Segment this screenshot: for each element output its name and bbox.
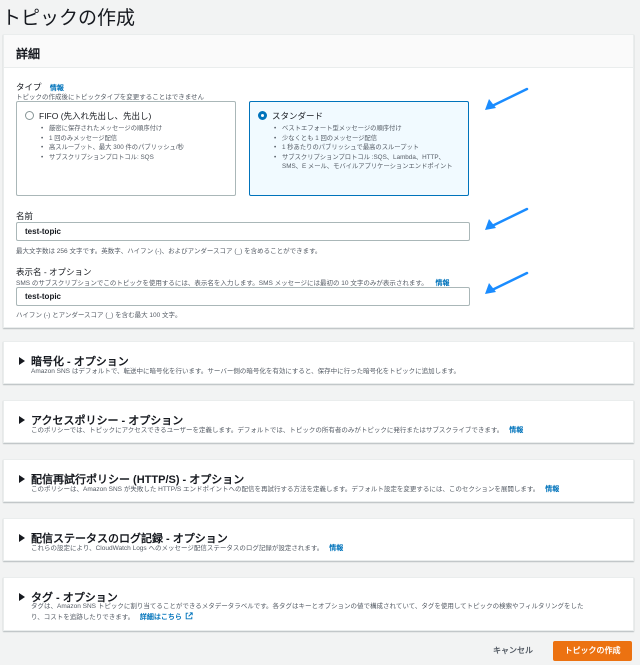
external-link-icon[interactable] [185, 612, 193, 620]
caret-right-icon[interactable] [19, 593, 25, 601]
tags-desc-line2-text: り、コストを追跡したりできます。 [31, 614, 135, 621]
list-item: 少なくとも 1 回のメッセージ配信 [272, 134, 464, 144]
cancel-button[interactable]: キャンセル [484, 641, 542, 661]
caret-right-icon[interactable] [19, 534, 25, 542]
access-policy-desc-text: このポリシーでは、トピックにアクセスできるユーザーを定義します。デフォルトでは、… [31, 427, 504, 434]
tags-desc-line2: り、コストを追跡したりできます。 詳細はこちら [31, 612, 631, 623]
annotation-arrow-icon [485, 87, 529, 110]
name-hint: 最大文字数は 256 文字です。英数字、ハイフン (-)、およびアンダースコア … [16, 248, 322, 255]
learn-more-link[interactable]: 詳細はこちら [140, 614, 182, 621]
page-title: トピックの作成 [2, 8, 136, 29]
list-item: サブスクリプションプロトコル: SQS [39, 153, 231, 163]
display-name-hint-text: SMS のサブスクリプションでこのトピックを使用するには、表示名を入力します。S… [16, 280, 428, 287]
caret-right-icon[interactable] [19, 475, 25, 483]
display-name-info-link[interactable]: 情報 [436, 280, 450, 287]
list-item: ベストエフォート型メッセージの順序付け [272, 124, 464, 134]
create-topic-button[interactable]: トピックの作成 [553, 641, 632, 661]
tags-desc-line1: タグは、Amazon SNS トピックに割り当てることができるメタデータラベルで… [31, 603, 584, 610]
display-name-hint-bottom: ハイフン (-) とアンダースコア (_) を含む最大 100 文字。 [16, 312, 182, 319]
fifo-title: FIFO (先入れ先出し、先出し) [39, 111, 152, 121]
encryption-section[interactable]: 暗号化 - オプション Amazon SNS はデフォルトで、転送中に暗号化を行… [3, 341, 634, 384]
annotation-arrow-icon [485, 271, 529, 294]
fifo-bullets: 厳密に保存されたメッセージの順序付け 1 回のみメッセージ配信 高スループット、… [39, 124, 231, 162]
standard-bullets: ベストエフォート型メッセージの順序付け 少なくとも 1 回のメッセージ配信 1 … [272, 124, 464, 172]
name-label: 名前 [16, 211, 34, 221]
delivery-logging-section[interactable]: 配信ステータスのログ記録 - オプション これらの設定により、CloudWatc… [3, 518, 634, 561]
delivery-logging-desc-text: これらの設定により、CloudWatch Logs へのメッセージ配信ステータス… [31, 545, 324, 552]
delivery-retry-desc-text: このポリシーは、Amazon SNS が失敗した HTTP/S エンドポイントへ… [31, 486, 540, 493]
standard-type-tile[interactable]: スタンダード ベストエフォート型メッセージの順序付け 少なくとも 1 回のメッセ… [249, 101, 469, 196]
caret-right-icon[interactable] [19, 357, 25, 365]
list-item: 1 回のみメッセージ配信 [39, 134, 231, 144]
name-input[interactable]: test-topic [16, 222, 470, 241]
list-item: 1 秒あたりのパブリッシュで最高のスループット [272, 143, 464, 153]
list-item: サブスクリプションプロトコル :SQS、Lambda、HTTP、SMS、E メー… [272, 153, 464, 172]
delivery-retry-info-link[interactable]: 情報 [545, 486, 559, 493]
list-item: 高スループット、最大 300 件のパブリッシュ/秒 [39, 143, 231, 153]
access-policy-info-link[interactable]: 情報 [509, 427, 523, 434]
tags-desc: タグは、Amazon SNS トピックに割り当てることができるメタデータラベルで… [31, 602, 631, 623]
access-policy-section[interactable]: アクセスポリシー - オプション このポリシーでは、トピックにアクセスできるユー… [3, 400, 634, 443]
list-item: 厳密に保存されたメッセージの順序付け [39, 124, 231, 134]
details-panel: 詳細 タイプ 情報 トピックの作成後にトピックタイプを変更することはできません … [3, 34, 634, 328]
caret-right-icon[interactable] [19, 416, 25, 424]
delivery-retry-desc: このポリシーは、Amazon SNS が失敗した HTTP/S エンドポイントへ… [31, 485, 559, 495]
details-title: 詳細 [16, 47, 41, 61]
type-hint: トピックの作成後にトピックタイプを変更することはできません [16, 94, 205, 101]
fifo-radio[interactable] [25, 111, 34, 120]
tags-section[interactable]: タグ - オプション タグは、Amazon SNS トピックに割り当てることがで… [3, 577, 634, 631]
delivery-logging-desc: これらの設定により、CloudWatch Logs へのメッセージ配信ステータス… [31, 544, 343, 554]
delivery-retry-section[interactable]: 配信再試行ポリシー (HTTP/S) - オプション このポリシーは、Amazo… [3, 459, 634, 502]
standard-radio[interactable] [258, 111, 267, 120]
encryption-desc: Amazon SNS はデフォルトで、転送中に暗号化を行います。サーバー側の暗号… [31, 368, 461, 375]
standard-title: スタンダード [272, 111, 324, 121]
details-header [4, 35, 633, 68]
fifo-type-tile[interactable]: FIFO (先入れ先出し、先出し) 厳密に保存されたメッセージの順序付け 1 回… [16, 101, 236, 196]
access-policy-desc: このポリシーでは、トピックにアクセスできるユーザーを定義します。デフォルトでは、… [31, 426, 523, 436]
delivery-logging-info-link[interactable]: 情報 [329, 545, 343, 552]
display-name-input[interactable]: test-topic [16, 287, 470, 306]
annotation-arrow-icon [485, 207, 529, 230]
